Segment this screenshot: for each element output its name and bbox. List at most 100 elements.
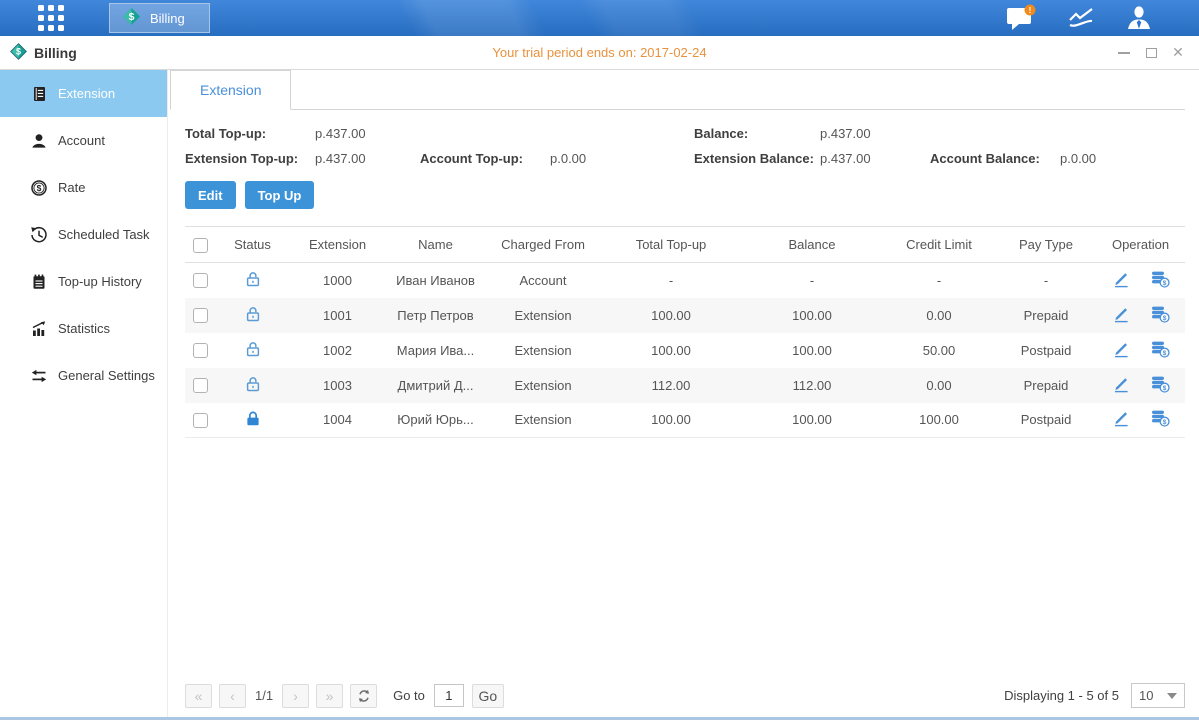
edit-row-icon[interactable] xyxy=(1112,270,1130,288)
top-up-row-icon[interactable]: $ xyxy=(1150,375,1170,393)
sidebar-item-label: Statistics xyxy=(58,321,110,336)
refresh-button[interactable] xyxy=(350,684,377,708)
svg-text:$: $ xyxy=(1162,385,1166,392)
col-total-topup: Total Top-up xyxy=(600,227,742,263)
col-status: Status xyxy=(215,227,290,263)
row-checkbox[interactable] xyxy=(193,413,208,428)
sidebar-item-label: Top-up History xyxy=(58,274,142,289)
select-all-checkbox[interactable] xyxy=(193,238,208,253)
sidebar-item-rate[interactable]: $ Rate xyxy=(0,164,167,211)
extension-topup-value: p.437.00 xyxy=(315,151,420,166)
statistics-icon xyxy=(30,320,48,338)
cell-pay-type: Postpaid xyxy=(996,333,1096,368)
top-up-row-icon[interactable]: $ xyxy=(1150,409,1170,427)
total-topup-value: p.437.00 xyxy=(315,126,420,141)
page-info: 1/1 xyxy=(255,688,273,703)
balance-label: Balance: xyxy=(694,126,820,141)
sidebar-item-topup-history[interactable]: Top-up History xyxy=(0,258,167,305)
sidebar-item-statistics[interactable]: Statistics xyxy=(0,305,167,352)
cell-charged-from: Extension xyxy=(486,368,600,403)
monitor-icon[interactable] xyxy=(1067,6,1095,30)
cell-name: Иван Иванов xyxy=(385,263,486,298)
minimize-icon xyxy=(1118,52,1130,54)
top-up-row-icon[interactable]: $ xyxy=(1150,305,1170,323)
dollar-circle-icon: $ xyxy=(30,179,48,197)
swap-arrows-icon xyxy=(30,367,48,385)
cell-credit-limit: 50.00 xyxy=(882,333,996,368)
cell-balance: 100.00 xyxy=(742,298,882,333)
sidebar-item-label: Account xyxy=(58,133,105,148)
status-lock-icon xyxy=(244,409,262,427)
maximize-button[interactable] xyxy=(1144,46,1158,60)
notifications-icon[interactable]: ! xyxy=(1005,4,1037,32)
table-header-row: Status Extension Name Charged From Total… xyxy=(185,227,1185,263)
sidebar-item-general-settings[interactable]: General Settings xyxy=(0,352,167,399)
window-title-text: Billing xyxy=(34,45,77,61)
cell-name: Дмитрий Д... xyxy=(385,368,486,403)
row-checkbox[interactable] xyxy=(193,378,208,393)
cell-pay-type: Postpaid xyxy=(996,403,1096,438)
col-credit-limit: Credit Limit xyxy=(882,227,996,263)
cell-total-topup: 100.00 xyxy=(600,298,742,333)
go-button[interactable]: Go xyxy=(472,684,504,708)
sidebar-item-extension[interactable]: Extension xyxy=(0,70,167,117)
cell-credit-limit: 0.00 xyxy=(882,298,996,333)
page-size-value: 10 xyxy=(1139,688,1153,703)
row-checkbox[interactable] xyxy=(193,343,208,358)
top-up-button[interactable]: Top Up xyxy=(245,181,315,209)
cell-balance: 100.00 xyxy=(742,403,882,438)
top-up-row-icon[interactable]: $ xyxy=(1150,270,1170,288)
cell-charged-from: Extension xyxy=(486,333,600,368)
sidebar: Extension Account $ Rate xyxy=(0,70,168,717)
sidebar-item-scheduled-task[interactable]: Scheduled Task xyxy=(0,211,167,258)
close-button[interactable]: ✕ xyxy=(1171,46,1185,60)
page-size-select[interactable]: 10 xyxy=(1131,683,1185,708)
table-row: 1000 Иван Иванов Account - - - - $ xyxy=(185,263,1185,298)
user-icon[interactable] xyxy=(1125,5,1153,31)
cell-credit-limit: 100.00 xyxy=(882,403,996,438)
app-window: $ Billing ! xyxy=(0,0,1199,720)
goto-page-input[interactable] xyxy=(434,684,464,707)
status-lock-icon xyxy=(244,305,262,323)
status-lock-icon xyxy=(244,340,262,358)
top-up-row-icon[interactable]: $ xyxy=(1150,340,1170,358)
cell-charged-from: Account xyxy=(486,263,600,298)
minimize-button[interactable] xyxy=(1117,46,1131,60)
chevron-down-icon xyxy=(1167,693,1177,699)
table-row: 1003 Дмитрий Д... Extension 112.00 112.0… xyxy=(185,368,1185,403)
cell-extension: 1002 xyxy=(290,333,385,368)
edit-button[interactable]: Edit xyxy=(185,181,236,209)
extension-table: Status Extension Name Charged From Total… xyxy=(185,226,1185,438)
last-page-button[interactable]: » xyxy=(316,684,343,708)
trial-notice: Your trial period ends on: 2017-02-24 xyxy=(0,45,1199,60)
svg-text:$: $ xyxy=(1162,315,1166,322)
col-extension: Extension xyxy=(290,227,385,263)
tab-extension[interactable]: Extension xyxy=(170,70,291,110)
edit-row-icon[interactable] xyxy=(1112,340,1130,358)
extension-topup-label: Extension Top-up: xyxy=(185,151,315,166)
next-page-button[interactable]: › xyxy=(282,684,309,708)
billing-diamond-icon: $ xyxy=(122,7,141,29)
account-balance-label: Account Balance: xyxy=(930,151,1060,166)
refresh-icon xyxy=(357,689,371,703)
row-checkbox[interactable] xyxy=(193,273,208,288)
extension-balance-label: Extension Balance: xyxy=(694,151,820,166)
cell-extension: 1000 xyxy=(290,263,385,298)
first-page-button[interactable]: « xyxy=(185,684,212,708)
goto-label: Go to xyxy=(393,688,425,703)
table-row: 1004 Юрий Юрь... Extension 100.00 100.00… xyxy=(185,403,1185,438)
apps-grid-icon[interactable] xyxy=(38,5,64,31)
edit-row-icon[interactable] xyxy=(1112,305,1130,323)
cell-total-topup: 112.00 xyxy=(600,368,742,403)
svg-text:$: $ xyxy=(129,12,135,23)
sidebar-item-account[interactable]: Account xyxy=(0,117,167,164)
cell-name: Мария Ива... xyxy=(385,333,486,368)
row-checkbox[interactable] xyxy=(193,308,208,323)
table-row: 1001 Петр Петров Extension 100.00 100.00… xyxy=(185,298,1185,333)
notepad-icon xyxy=(30,273,48,291)
sidebar-item-label: Rate xyxy=(58,180,85,195)
edit-row-icon[interactable] xyxy=(1112,375,1130,393)
edit-row-icon[interactable] xyxy=(1112,409,1130,427)
prev-page-button[interactable]: ‹ xyxy=(219,684,246,708)
billing-app-tab[interactable]: $ Billing xyxy=(109,3,210,33)
